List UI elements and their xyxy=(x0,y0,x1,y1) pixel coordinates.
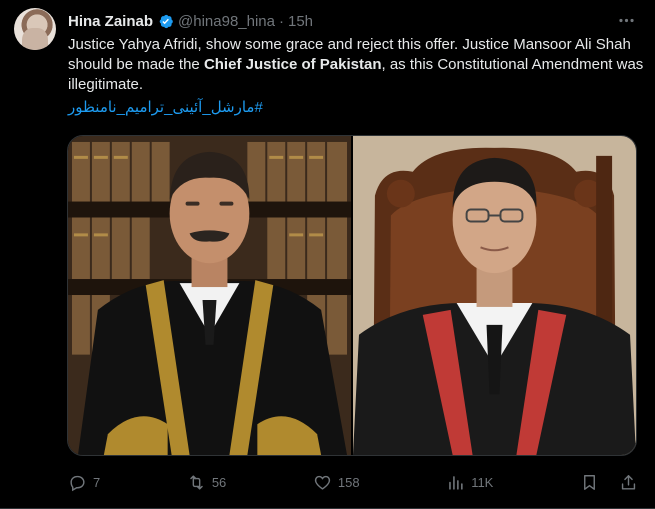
heart-icon xyxy=(314,475,331,490)
views-button[interactable]: 11K xyxy=(446,473,493,492)
hashtag-link[interactable]: #مارشل_آئینی_ترامیم_نامنظور xyxy=(68,98,263,118)
photo-left[interactable] xyxy=(68,136,351,455)
like-button[interactable]: 158 xyxy=(313,473,360,492)
more-options-icon[interactable] xyxy=(615,10,637,30)
tweet-text-bold: Chief Justice of Pakistan xyxy=(203,56,382,73)
share-button[interactable] xyxy=(619,473,638,492)
bookmark-button[interactable] xyxy=(580,473,599,492)
verified-badge-icon xyxy=(157,13,174,30)
repost-button[interactable]: 56 xyxy=(187,473,226,492)
repost-icon xyxy=(190,474,203,490)
avatar[interactable] xyxy=(14,8,56,50)
repost-count: 56 xyxy=(211,474,227,490)
tweet-text: Justice Yahya Afridi, show some grace an… xyxy=(68,35,648,95)
handle[interactable]: @hina98_hina xyxy=(178,13,275,30)
reply-icon xyxy=(70,475,85,491)
photo-right[interactable] xyxy=(353,136,636,455)
views-count: 11K xyxy=(471,474,494,490)
reply-button[interactable]: 7 xyxy=(68,473,100,492)
share-icon xyxy=(621,474,636,490)
display-name[interactable]: Hina Zainab xyxy=(68,13,153,30)
reply-count: 7 xyxy=(93,474,101,490)
tweet-header: Hina Zainab @hina98_hina · 15h xyxy=(68,10,313,32)
timestamp[interactable]: 15h xyxy=(288,13,313,30)
secondary-actions xyxy=(580,473,638,492)
tweet-card[interactable]: Hina Zainab @hina98_hina · 15h Justice Y… xyxy=(0,0,655,509)
media-grid xyxy=(67,135,637,456)
views-icon xyxy=(449,475,463,490)
separator-dot: · xyxy=(279,12,284,30)
like-count: 158 xyxy=(337,474,360,490)
action-bar: 7 56 158 11K xyxy=(68,470,638,494)
bookmark-icon xyxy=(583,474,595,490)
